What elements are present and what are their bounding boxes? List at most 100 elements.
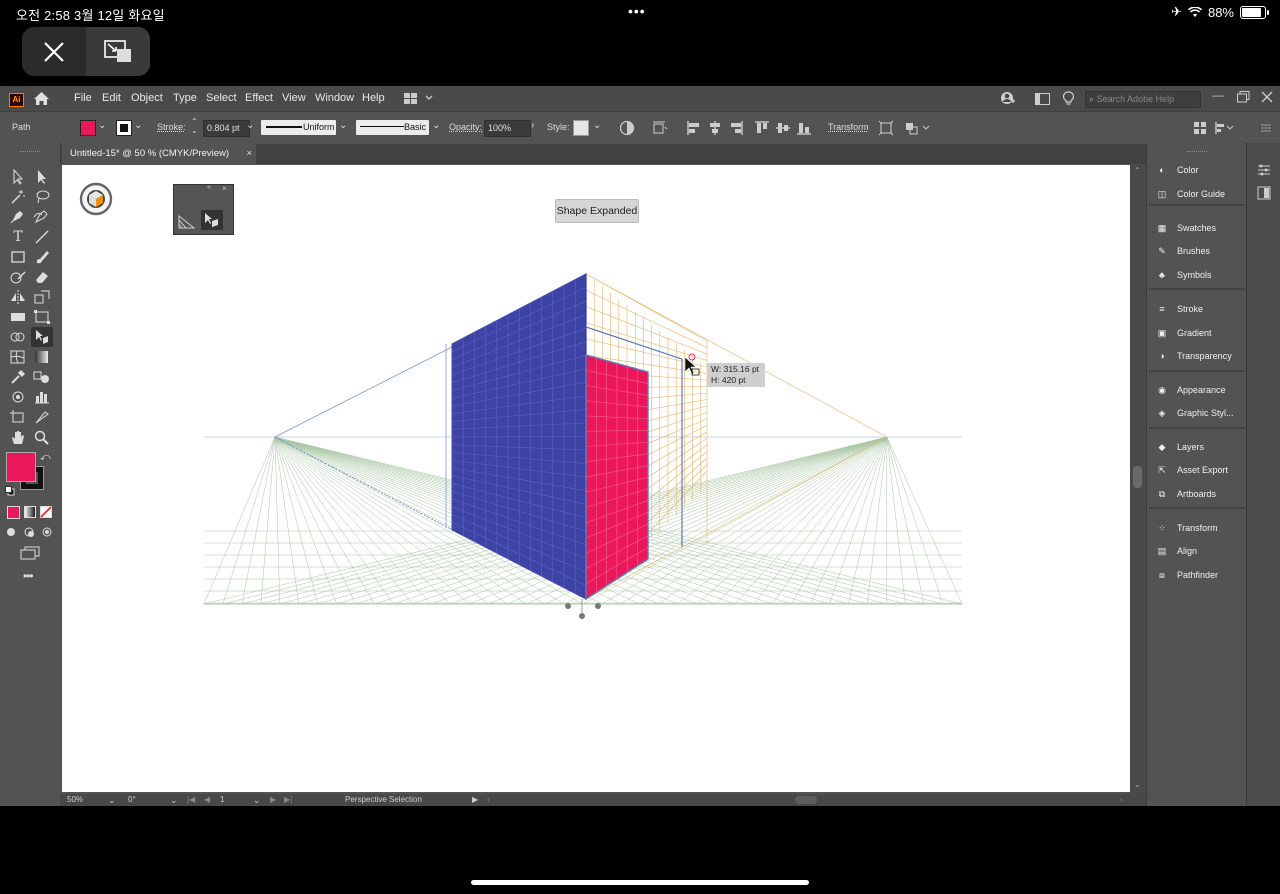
slice-tool-icon[interactable] xyxy=(33,409,51,425)
multitasking-dots-icon[interactable]: ••• xyxy=(628,3,646,19)
home-icon[interactable] xyxy=(33,91,50,106)
scale-tool-icon[interactable] xyxy=(33,289,51,305)
lasso-tool-icon[interactable] xyxy=(33,189,51,205)
scroll-down-icon[interactable]: ⌄ xyxy=(1134,780,1141,789)
transform-link[interactable]: Transform xyxy=(828,122,869,132)
panels-grip[interactable] xyxy=(1187,151,1207,155)
arrange-icon[interactable] xyxy=(905,120,931,136)
panel-stroke[interactable]: ≡ Stroke xyxy=(1155,299,1203,319)
direct-selection-tool-icon[interactable] xyxy=(33,169,51,185)
panel-artboards[interactable]: ⧉ Artboards xyxy=(1155,484,1216,504)
menu-edit[interactable]: Edit xyxy=(102,92,121,104)
opacity-arrow-icon[interactable]: › xyxy=(531,120,534,131)
column-graph-tool-icon[interactable] xyxy=(33,389,51,405)
scroll-right-icon[interactable]: › xyxy=(1120,795,1123,804)
perspective-artwork[interactable] xyxy=(62,165,1130,792)
artboard-chevron-icon[interactable]: ⌄ xyxy=(253,795,261,806)
symbol-sprayer-tool-icon[interactable] xyxy=(9,389,27,405)
hand-tool-icon[interactable] xyxy=(9,429,27,445)
pen-tool-icon[interactable] xyxy=(9,209,27,225)
libraries-icon[interactable] xyxy=(1257,186,1271,200)
profile-chevron-icon[interactable]: ⌄ xyxy=(339,120,347,131)
panel-swatches[interactable]: ▦ Swatches xyxy=(1155,218,1216,238)
scroll-left-icon[interactable]: ‹ xyxy=(487,795,490,804)
opacity-field[interactable]: 100% xyxy=(484,120,531,137)
recolor-artwork-icon[interactable] xyxy=(619,120,635,136)
gradient-mode-icon[interactable] xyxy=(24,506,36,518)
menu-type[interactable]: Type xyxy=(173,92,197,104)
minimize-window-button[interactable] xyxy=(86,27,150,76)
free-transform-tool-icon[interactable] xyxy=(33,309,51,325)
lightbulb-icon[interactable] xyxy=(1063,91,1074,106)
line-tool-icon[interactable] xyxy=(33,229,51,245)
shape-builder-tool-icon[interactable] xyxy=(9,329,27,345)
align-bottom-icon[interactable] xyxy=(796,120,812,136)
swap-fill-stroke-icon[interactable]: ⤺ xyxy=(40,452,51,463)
artboard-tool-icon[interactable] xyxy=(9,409,27,425)
default-colors-icon[interactable] xyxy=(5,486,15,496)
screen-mode-icon[interactable] xyxy=(20,546,40,560)
first-artboard-icon[interactable]: |◀ xyxy=(187,795,195,804)
color-mode-button[interactable] xyxy=(7,506,20,519)
align-right-icon[interactable] xyxy=(728,120,744,136)
menu-window[interactable]: Window xyxy=(315,92,354,104)
panel-symbols[interactable]: ♣ Symbols xyxy=(1155,265,1211,285)
curvature-tool-icon[interactable] xyxy=(33,209,51,225)
panel-asset-export[interactable]: ⇱ Asset Export xyxy=(1155,460,1228,480)
perspective-origin-handles[interactable] xyxy=(565,599,601,619)
zoom-tool-icon[interactable] xyxy=(33,429,51,445)
menu-view[interactable]: View xyxy=(282,92,306,104)
grid-layout-icon[interactable] xyxy=(1192,120,1208,136)
stroke-weight-field[interactable]: 0.804 pt xyxy=(203,120,250,137)
artboard-number[interactable]: 1 xyxy=(220,795,224,804)
document-tab[interactable]: Untitled-15* @ 50 % (CMYK/Preview) × xyxy=(62,144,256,164)
align-left-icon[interactable] xyxy=(686,120,702,136)
opacity-label[interactable]: Opacity: xyxy=(449,122,482,132)
panel-graphic-styles[interactable]: ◈ Graphic Styl... xyxy=(1155,403,1234,423)
zoom-level[interactable]: 50% xyxy=(67,795,83,804)
previous-artboard-icon[interactable]: ◀ xyxy=(204,795,210,804)
search-help-input[interactable]: ⌕ Search Adobe Help xyxy=(1085,91,1201,108)
align-to-icon[interactable] xyxy=(652,120,668,136)
panel-toggle-icon[interactable] xyxy=(1035,93,1050,105)
tools-grip[interactable] xyxy=(20,151,40,155)
width-tool-icon[interactable] xyxy=(9,309,27,325)
rotation-angle[interactable]: 0° xyxy=(128,795,136,804)
scroll-up-icon[interactable]: ⌃ xyxy=(1134,166,1141,175)
eyedropper-tool-icon[interactable] xyxy=(9,369,27,385)
isolate-icon[interactable] xyxy=(878,120,894,136)
reflect-tool-icon[interactable] xyxy=(9,289,27,305)
panel-layers[interactable]: ◆ Layers xyxy=(1155,437,1204,457)
align-vertical-center-icon[interactable] xyxy=(775,120,791,136)
fill-color-swatch[interactable] xyxy=(80,120,96,136)
minimize-icon[interactable]: — xyxy=(1212,88,1224,102)
draw-modes-icon[interactable] xyxy=(6,526,54,538)
menu-file[interactable]: File xyxy=(74,92,92,104)
panel-transparency[interactable]: ◑ Transparency xyxy=(1155,346,1231,366)
align-options-icon[interactable] xyxy=(1214,120,1234,136)
panel-transform[interactable]: ⁘ Transform xyxy=(1155,518,1217,538)
vertical-scroll-thumb[interactable] xyxy=(1133,466,1142,488)
rotation-chevron-icon[interactable]: ⌄ xyxy=(170,795,178,806)
stroke-dropdown-chevron-icon[interactable]: ⌄ xyxy=(134,120,142,131)
variable-width-profile[interactable]: Uniform xyxy=(261,120,336,135)
last-artboard-icon[interactable]: ▶| xyxy=(284,795,292,804)
menu-select[interactable]: Select xyxy=(206,92,237,104)
brush-definition[interactable]: Basic xyxy=(356,120,429,135)
cloud-sync-icon[interactable] xyxy=(1000,91,1016,106)
shaper-tool-icon[interactable] xyxy=(9,269,27,285)
home-indicator[interactable] xyxy=(471,880,809,885)
rectangle-tool-icon[interactable] xyxy=(9,249,27,265)
brush-chevron-icon[interactable]: ⌄ xyxy=(432,120,440,131)
eraser-tool-icon[interactable] xyxy=(33,269,51,285)
align-horizontal-center-icon[interactable] xyxy=(707,120,723,136)
gradient-tool-icon[interactable] xyxy=(33,349,51,365)
style-chevron-icon[interactable]: ⌄ xyxy=(593,120,601,131)
close-app-button[interactable] xyxy=(22,27,86,76)
stroke-weight-chevron-icon[interactable]: ⌄ xyxy=(246,120,254,131)
menu-object[interactable]: Object xyxy=(131,92,163,104)
selection-tool-icon[interactable] xyxy=(9,169,27,185)
panel-appearance[interactable]: ◉ Appearance xyxy=(1155,380,1225,400)
stroke-color-swatch[interactable] xyxy=(116,120,132,136)
panel-pathfinder[interactable]: ⧈ Pathfinder xyxy=(1155,565,1218,585)
